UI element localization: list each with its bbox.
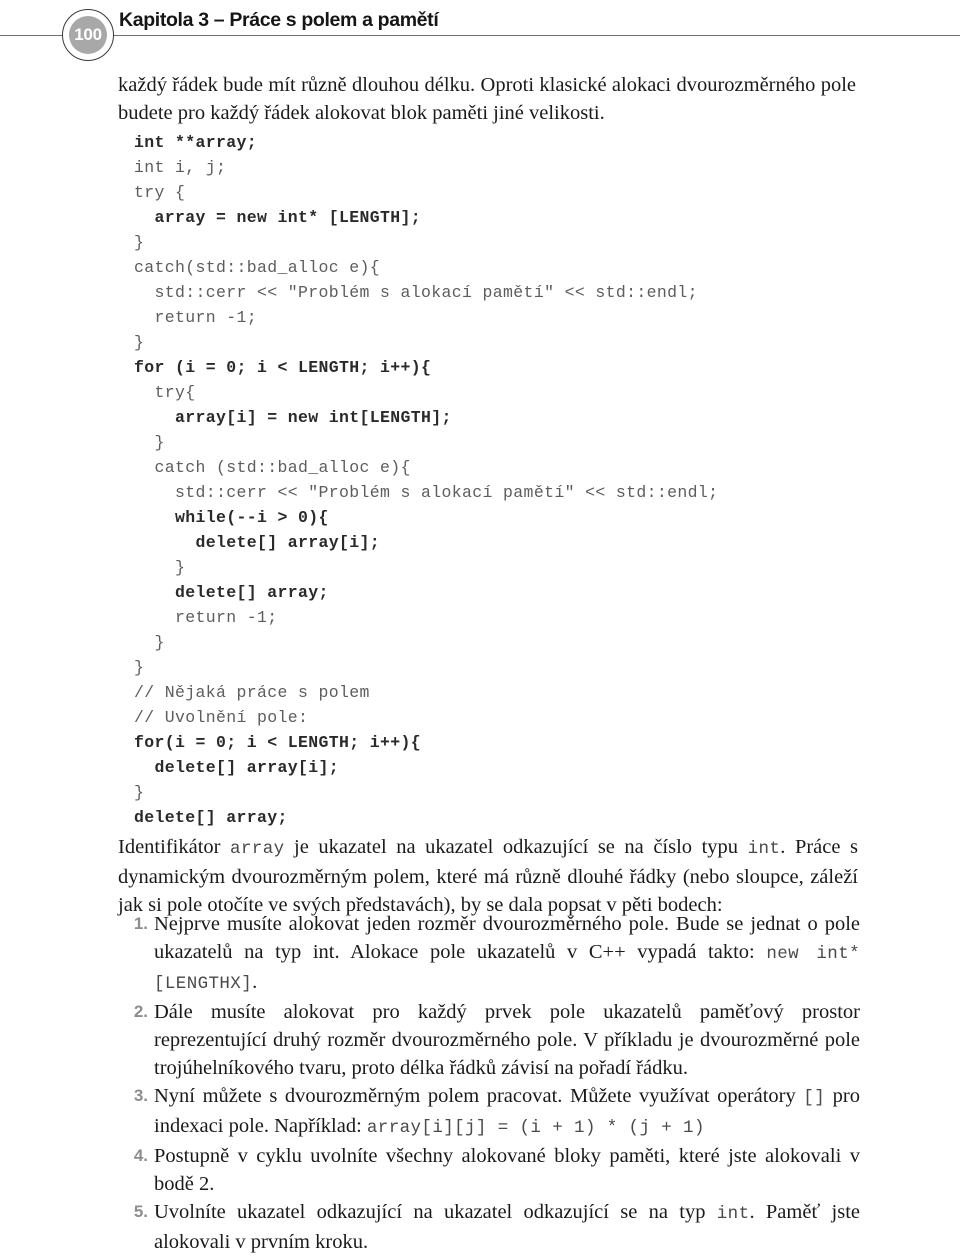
chapter-title: Kapitola 3 – Práce s polem a pamětí xyxy=(119,9,445,32)
code-line: } xyxy=(134,233,145,252)
code-line: delete[] array[i]; xyxy=(134,533,381,552)
list-item: 1. Nejprve musíte alokovat jeden rozměr d… xyxy=(118,910,860,998)
code-listing: int **array; int i, j; try { array = new i… xyxy=(134,130,834,830)
identifier-paragraph: Identifikátor array je ukazatel na ukaza… xyxy=(118,833,858,919)
code-line: return -1; xyxy=(134,608,278,627)
inline-code-int: int xyxy=(747,839,781,859)
inline-code-array: array xyxy=(230,839,285,859)
list-item-inline-code: [] xyxy=(803,1088,826,1108)
code-line: catch (std::bad_alloc e){ xyxy=(134,458,411,477)
header-rule xyxy=(0,35,960,36)
code-line: for(i = 0; i < LENGTH; i++){ xyxy=(134,733,422,752)
list-item-text: Uvolníte ukazatel odkazující na ukazatel… xyxy=(154,1201,717,1223)
code-line: while(--i > 0){ xyxy=(134,508,329,527)
code-line: std::cerr << "Problém s alokací pamětí" … xyxy=(134,483,719,502)
code-line: // Uvolnění pole: xyxy=(134,708,309,727)
list-item-text: Nejprve musíte alokovat jeden rozměr dvo… xyxy=(154,913,860,963)
list-item-text: Dále musíte alokovat pro každý prvek pol… xyxy=(154,1001,860,1079)
list-item-number: 5. xyxy=(133,1202,148,1221)
code-line: int **array; xyxy=(134,133,258,152)
page-number: 100 xyxy=(74,25,102,44)
code-line: try{ xyxy=(134,383,196,402)
code-line: try { xyxy=(134,183,186,202)
code-line: array = new int* [LENGTH]; xyxy=(134,208,422,227)
code-line: for (i = 0; i < LENGTH; i++){ xyxy=(134,358,432,377)
list-item: 2. Dále musíte alokovat pro každý prvek p… xyxy=(118,998,860,1082)
code-line: } xyxy=(134,333,145,352)
code-line: std::cerr << "Problém s alokací pamětí" … xyxy=(134,283,698,302)
list-item-text: . xyxy=(252,971,258,993)
code-line: } xyxy=(134,783,145,802)
code-line: delete[] array[i]; xyxy=(134,758,340,777)
code-line: } xyxy=(134,633,165,652)
list-item: 4. Postupně v cyklu uvolníte všechny alok… xyxy=(118,1142,860,1198)
intro-paragraph: každý řádek bude mít různě dlouhou délku… xyxy=(118,74,856,124)
list-item-text: Nyní můžete s dvourozměrným polem pracov… xyxy=(154,1085,804,1107)
code-line: // Nějaká práce s polem xyxy=(134,683,370,702)
list-item-number: 4. xyxy=(133,1146,148,1165)
text-segment: Identifikátor xyxy=(118,836,230,858)
code-line: array[i] = new int[LENGTH]; xyxy=(134,408,452,427)
list-item-inline-code: array[i][j] = (i + 1) * (j + 1) xyxy=(366,1118,705,1138)
code-line: } xyxy=(134,558,186,577)
code-line: int i, j; xyxy=(134,158,227,177)
code-line: return -1; xyxy=(134,308,258,327)
code-line: } xyxy=(134,658,145,677)
code-line: } xyxy=(134,433,165,452)
list-item-number: 2. xyxy=(133,1002,148,1021)
page-header: 100 Kapitola 3 – Práce s polem a pamětí xyxy=(0,0,960,61)
text-segment: je ukazatel na ukazatel odkazující se na… xyxy=(284,836,748,858)
steps-list: 1. Nejprve musíte alokovat jeden rozměr d… xyxy=(118,910,860,1256)
code-line: catch(std::bad_alloc e){ xyxy=(134,258,381,277)
code-line: delete[] array; xyxy=(134,808,288,827)
code-line: delete[] array; xyxy=(134,583,329,602)
list-item-number: 1. xyxy=(133,914,148,933)
list-item: 5. Uvolníte ukazatel odkazující na ukazat… xyxy=(118,1198,860,1256)
list-item-number: 3. xyxy=(133,1086,148,1105)
list-item-text: Postupně v cyklu uvolníte všechny alokov… xyxy=(154,1145,860,1195)
list-item: 3. Nyní můžete s dvourozměrným polem prac… xyxy=(118,1082,860,1142)
list-item-inline-code: int xyxy=(716,1204,750,1224)
